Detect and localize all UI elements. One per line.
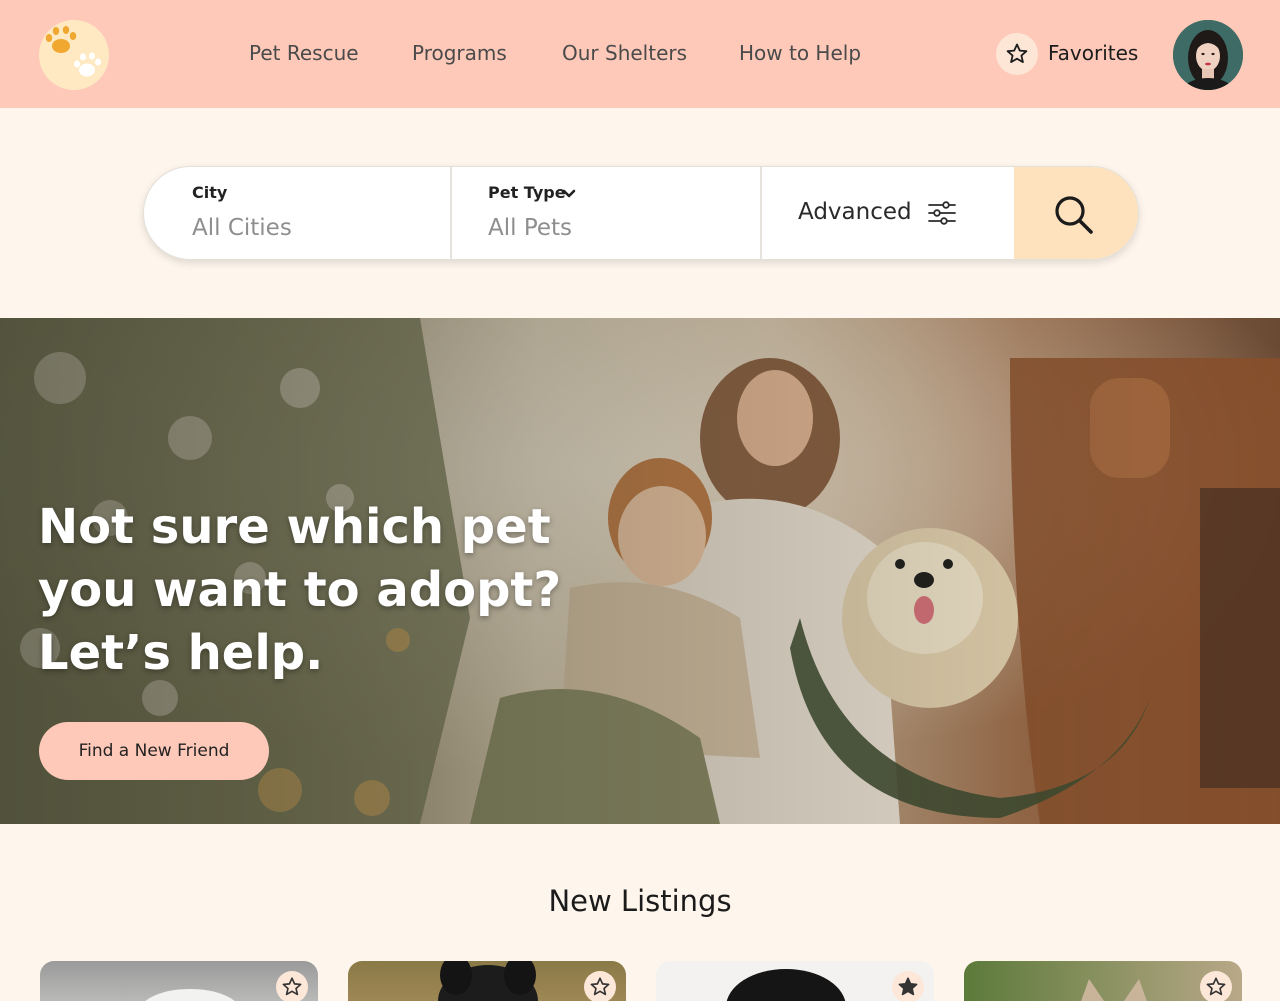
favorite-toggle[interactable] [276, 971, 308, 1001]
search-button[interactable] [1014, 167, 1138, 259]
nav-programs[interactable]: Programs [412, 41, 507, 65]
listing-card[interactable] [656, 961, 934, 1001]
star-icon [282, 977, 302, 996]
new-listings-heading: New Listings [548, 884, 732, 918]
hero-heading-line: Let’s help. [38, 625, 324, 681]
find-new-friend-button[interactable]: Find a New Friend [39, 722, 269, 780]
advanced-filter-button[interactable]: Advanced [762, 167, 1014, 259]
favorite-toggle[interactable] [584, 971, 616, 1001]
city-filter[interactable]: City All Cities [144, 167, 452, 259]
hero-heading: Not sure which pet you want to adopt? Le… [38, 496, 562, 685]
pet-type-value[interactable]: All Pets [488, 215, 572, 241]
hero-heading-line: Not sure which pet [38, 499, 551, 555]
star-icon [590, 977, 610, 996]
nav-how-to-help[interactable]: How to Help [739, 41, 861, 65]
hero-banner: Not sure which pet you want to adopt? Le… [0, 318, 1280, 824]
nav-pet-rescue[interactable]: Pet Rescue [249, 41, 359, 65]
user-avatar[interactable] [1173, 20, 1243, 90]
city-value[interactable]: All Cities [192, 215, 292, 241]
advanced-label: Advanced [798, 199, 912, 225]
search-icon [1055, 196, 1093, 234]
chevron-down-icon[interactable] [562, 189, 576, 199]
paw-logo-icon[interactable] [39, 20, 109, 90]
nav-our-shelters[interactable]: Our Shelters [562, 41, 687, 65]
top-header: Pet Rescue Programs Our Shelters How to … [0, 0, 1280, 108]
sliders-icon [928, 201, 956, 225]
star-icon [1206, 977, 1226, 996]
pet-type-filter[interactable]: Pet Type All Pets [452, 167, 762, 259]
listing-card[interactable] [964, 961, 1242, 1001]
favorite-toggle[interactable] [1200, 971, 1232, 1001]
favorites-link[interactable]: Favorites [1048, 41, 1138, 65]
pet-search-bar: City All Cities Pet Type All Pets Advanc… [143, 166, 1139, 260]
listing-card[interactable] [348, 961, 626, 1001]
favorite-toggle[interactable] [892, 971, 924, 1001]
city-label: City [192, 183, 228, 202]
star-icon[interactable] [996, 33, 1038, 75]
star-filled-icon [898, 977, 918, 996]
hero-heading-line: you want to adopt? [38, 562, 562, 618]
pet-type-label: Pet Type [488, 183, 566, 202]
listing-card[interactable] [40, 961, 318, 1001]
